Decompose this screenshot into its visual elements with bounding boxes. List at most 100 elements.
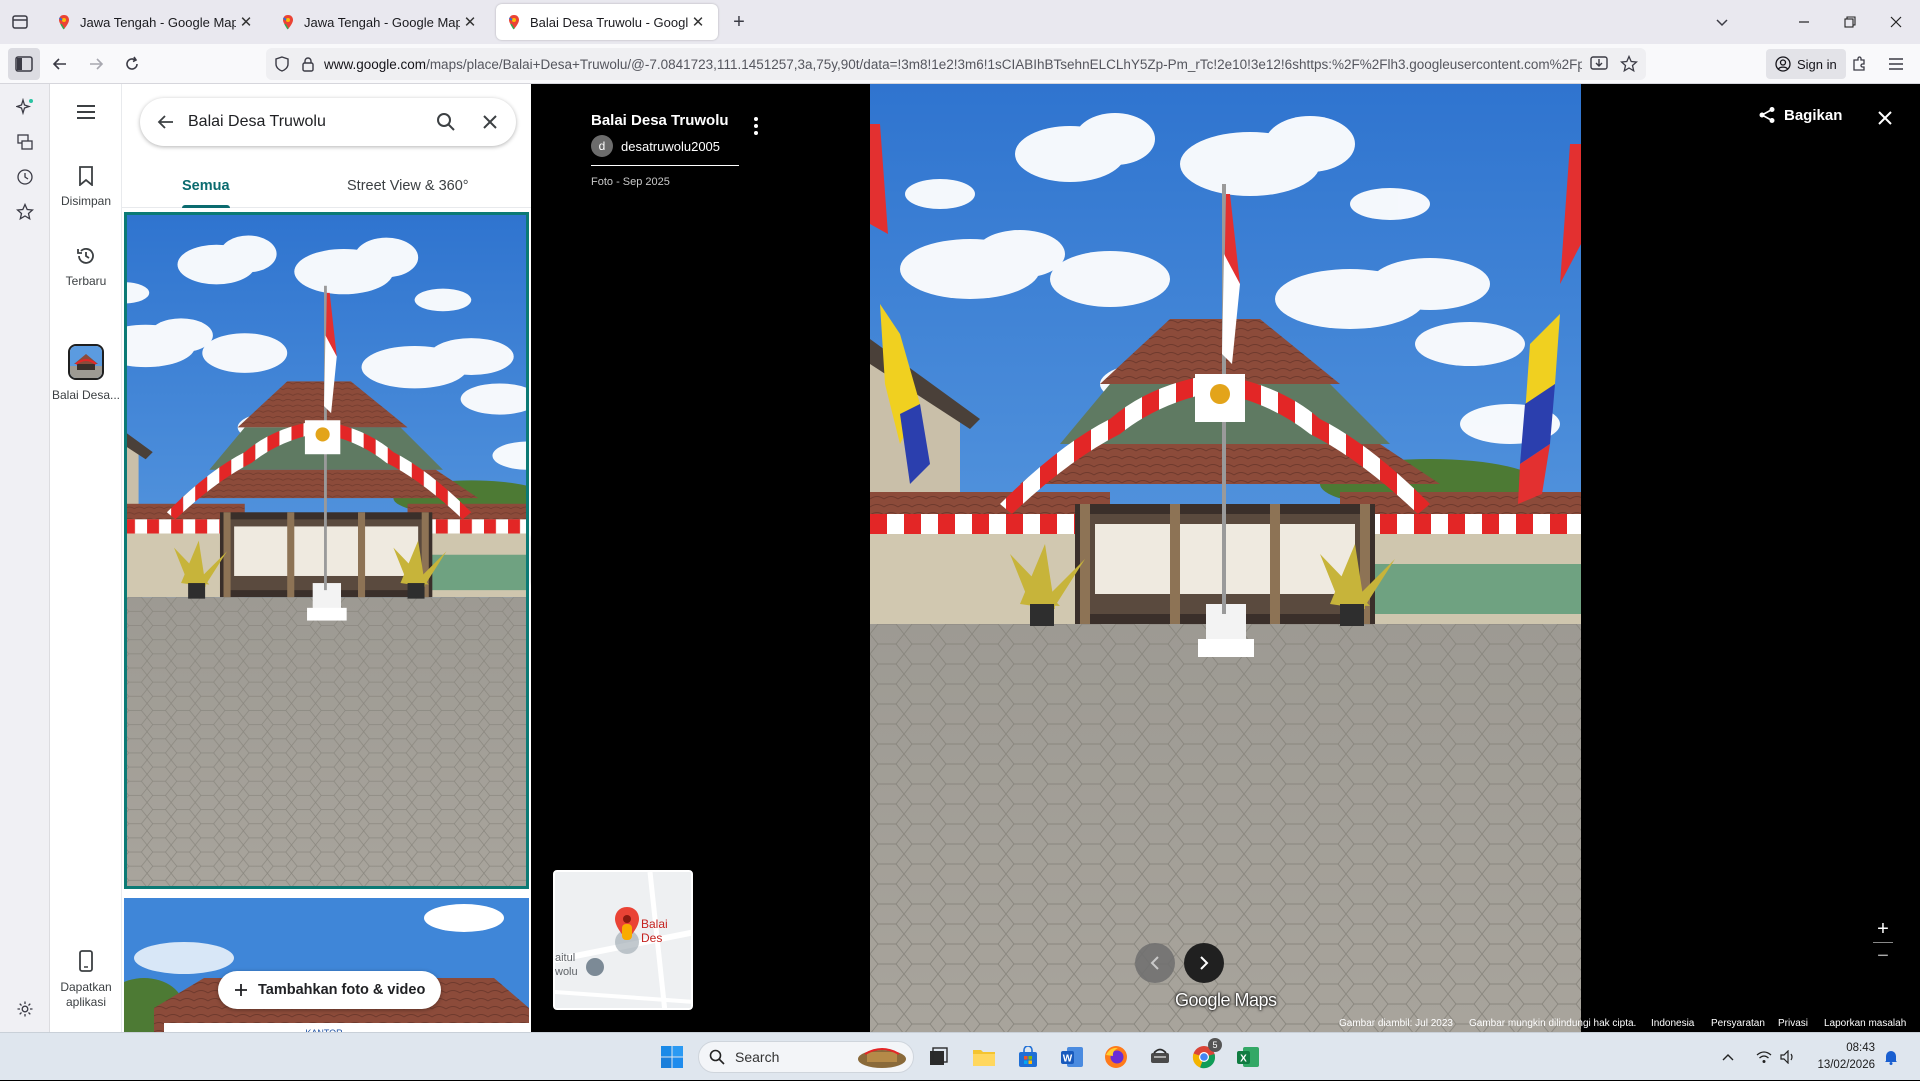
photos-side-panel: Semua Street View & 360° KANTOR Tambahka…	[122, 84, 531, 1032]
excel-icon[interactable]: X	[1232, 1041, 1264, 1073]
close-viewer-icon[interactable]	[1871, 104, 1899, 132]
back-arrow-icon[interactable]	[44, 48, 76, 80]
next-photo-button[interactable]	[1184, 943, 1224, 983]
photo-author[interactable]: d desatruwolu2005	[591, 135, 739, 166]
history-clock-icon[interactable]	[12, 164, 38, 190]
taskbar-search-placeholder: Search	[735, 1049, 780, 1065]
new-tab-icon[interactable]: +	[719, 2, 759, 42]
terms-link[interactable]: Persyaratan	[1711, 1018, 1765, 1029]
extensions-icon[interactable]	[1843, 48, 1875, 80]
tab-semua[interactable]: Semua	[182, 164, 230, 208]
tab-close-icon[interactable]: ✕	[236, 12, 256, 32]
photo-thumbnail-selected[interactable]	[124, 212, 529, 889]
tab-close-icon[interactable]: ✕	[688, 12, 708, 32]
sign-in-label: Sign in	[1797, 56, 1837, 72]
search-input[interactable]	[188, 113, 424, 131]
tab-close-icon[interactable]: ✕	[460, 12, 480, 32]
file-explorer-icon[interactable]	[968, 1041, 1000, 1073]
main-photo[interactable]	[870, 84, 1581, 1032]
chevron-left-icon	[1150, 956, 1159, 970]
browser-nav-bar: www.google.com/maps/place/Balai+Desa+Tru…	[0, 44, 1920, 84]
taskbar-search[interactable]: Search	[698, 1041, 914, 1073]
viewer-footer: Gambar diambil: Jul 2023 Gambar mungkin …	[531, 1016, 1920, 1032]
report-problem-link[interactable]: Laporkan masalah	[1824, 1018, 1906, 1029]
chrome-icon[interactable]: 5	[1188, 1038, 1222, 1073]
windows-start-icon[interactable]	[656, 1041, 688, 1073]
url-text[interactable]: www.google.com/maps/place/Balai+Desa+Tru…	[324, 57, 1582, 72]
more-options-icon[interactable]	[753, 116, 759, 136]
chrome-badge: 5	[1208, 1038, 1222, 1052]
mini-map[interactable]: Balai Des aitul wolu	[553, 870, 693, 1010]
forward-arrow-icon[interactable]	[80, 48, 112, 80]
shield-icon[interactable]	[274, 56, 290, 72]
install-app-icon[interactable]	[1590, 56, 1608, 72]
photo-image	[127, 215, 526, 886]
share-button[interactable]: Bagikan	[1758, 106, 1842, 124]
sign-in-button[interactable]: Sign in	[1766, 49, 1846, 79]
tab-jawa-tengah-1[interactable]: Jawa Tengah - Google Maps ✕	[46, 4, 266, 40]
lock-icon[interactable]	[300, 56, 316, 72]
sidebar-toggle-icon[interactable]	[8, 48, 40, 80]
list-all-tabs-icon[interactable]	[1702, 2, 1742, 42]
language-link[interactable]: Indonesia	[1651, 1018, 1694, 1029]
bookmarks-star-icon[interactable]	[12, 199, 38, 225]
maps-menu-button[interactable]	[50, 104, 122, 128]
tab-balai-desa-truwolu[interactable]: Balai Desa Truwolu - Google Maps ✕	[496, 4, 718, 40]
search-icon[interactable]	[424, 98, 468, 146]
settings-gear-icon[interactable]	[12, 996, 38, 1022]
chevron-right-icon	[1200, 956, 1209, 970]
url-bar[interactable]: www.google.com/maps/place/Balai+Desa+Tru…	[266, 48, 1646, 80]
browser-tab-bar: Jawa Tengah - Google Maps ✕ Jawa Tengah …	[0, 0, 1920, 44]
saved-button[interactable]: Disimpan	[50, 166, 122, 208]
recent-place-balai-desa[interactable]: Balai Desa...	[50, 344, 122, 403]
close-window-icon[interactable]	[1876, 2, 1916, 42]
reload-icon[interactable]	[116, 48, 148, 80]
zoom-out-button[interactable]: −	[1873, 945, 1893, 967]
viewer-place-title[interactable]: Balai Desa Truwolu	[591, 112, 841, 129]
word-icon[interactable]: W	[1056, 1041, 1088, 1073]
app-menu-icon[interactable]	[1880, 48, 1912, 80]
add-photo-video-button[interactable]: Tambahkan foto & video	[218, 971, 442, 1009]
restore-icon[interactable]	[1830, 2, 1870, 42]
copyright-notice: Gambar mungkin dilindungi hak cipta.	[1469, 1018, 1637, 1029]
task-view-icon[interactable]	[922, 1041, 954, 1073]
tab-list-icon[interactable]	[0, 2, 40, 42]
tab-title: Jawa Tengah - Google Maps	[304, 14, 460, 30]
tab-jawa-tengah-2[interactable]: Jawa Tengah - Google Maps ✕	[270, 4, 490, 40]
svg-text:W: W	[1063, 1054, 1073, 1065]
tab-street-view-360[interactable]: Street View & 360°	[347, 164, 469, 208]
place-label: Balai Desa...	[51, 388, 121, 402]
get-app-button[interactable]: Dapatkan aplikasi	[50, 950, 122, 1010]
firefox-icon[interactable]	[1100, 1041, 1132, 1073]
network-app-icon[interactable]	[1144, 1041, 1176, 1073]
history-icon	[50, 246, 122, 266]
photo-thumbnail[interactable]: KANTOR	[124, 898, 529, 1032]
share-label: Bagikan	[1784, 106, 1843, 124]
clock-date: 13/02/2026	[1817, 1059, 1875, 1071]
microsoft-store-icon[interactable]	[1012, 1041, 1044, 1073]
clear-search-icon[interactable]	[468, 98, 512, 146]
zoom-in-button[interactable]: +	[1873, 918, 1893, 940]
synced-tabs-icon[interactable]	[12, 129, 38, 155]
show-hidden-icons[interactable]	[1722, 1033, 1734, 1081]
minimize-icon[interactable]	[1784, 2, 1824, 42]
recent-button[interactable]: Terbaru	[50, 246, 122, 288]
privacy-link[interactable]: Privasi	[1778, 1018, 1808, 1029]
back-icon[interactable]	[144, 98, 188, 146]
wifi-icon[interactable]	[1756, 1033, 1772, 1081]
ai-sparkle-icon[interactable]	[12, 94, 38, 120]
svg-text:X: X	[1240, 1054, 1247, 1065]
photo-image	[870, 84, 1581, 1032]
account-icon	[1775, 56, 1791, 72]
bookmark-star-icon[interactable]	[1620, 55, 1638, 73]
capture-date: Gambar diambil: Jul 2023	[1339, 1018, 1453, 1029]
photo-tabs: Semua Street View & 360°	[122, 164, 531, 208]
notification-bell-icon[interactable]	[1884, 1033, 1898, 1081]
zoom-controls: + −	[1873, 918, 1893, 967]
photo-image: KANTOR	[124, 898, 529, 1032]
place-thumbnail-image	[68, 344, 104, 380]
get-app-label: Dapatkan aplikasi	[60, 980, 112, 1009]
url-path: /maps/place/Balai+Desa+Truwolu/@-7.08417…	[426, 56, 1582, 72]
taskbar-clock[interactable]: 08:43 13/02/2026	[1785, 1040, 1875, 1074]
previous-photo-button[interactable]	[1135, 943, 1175, 983]
